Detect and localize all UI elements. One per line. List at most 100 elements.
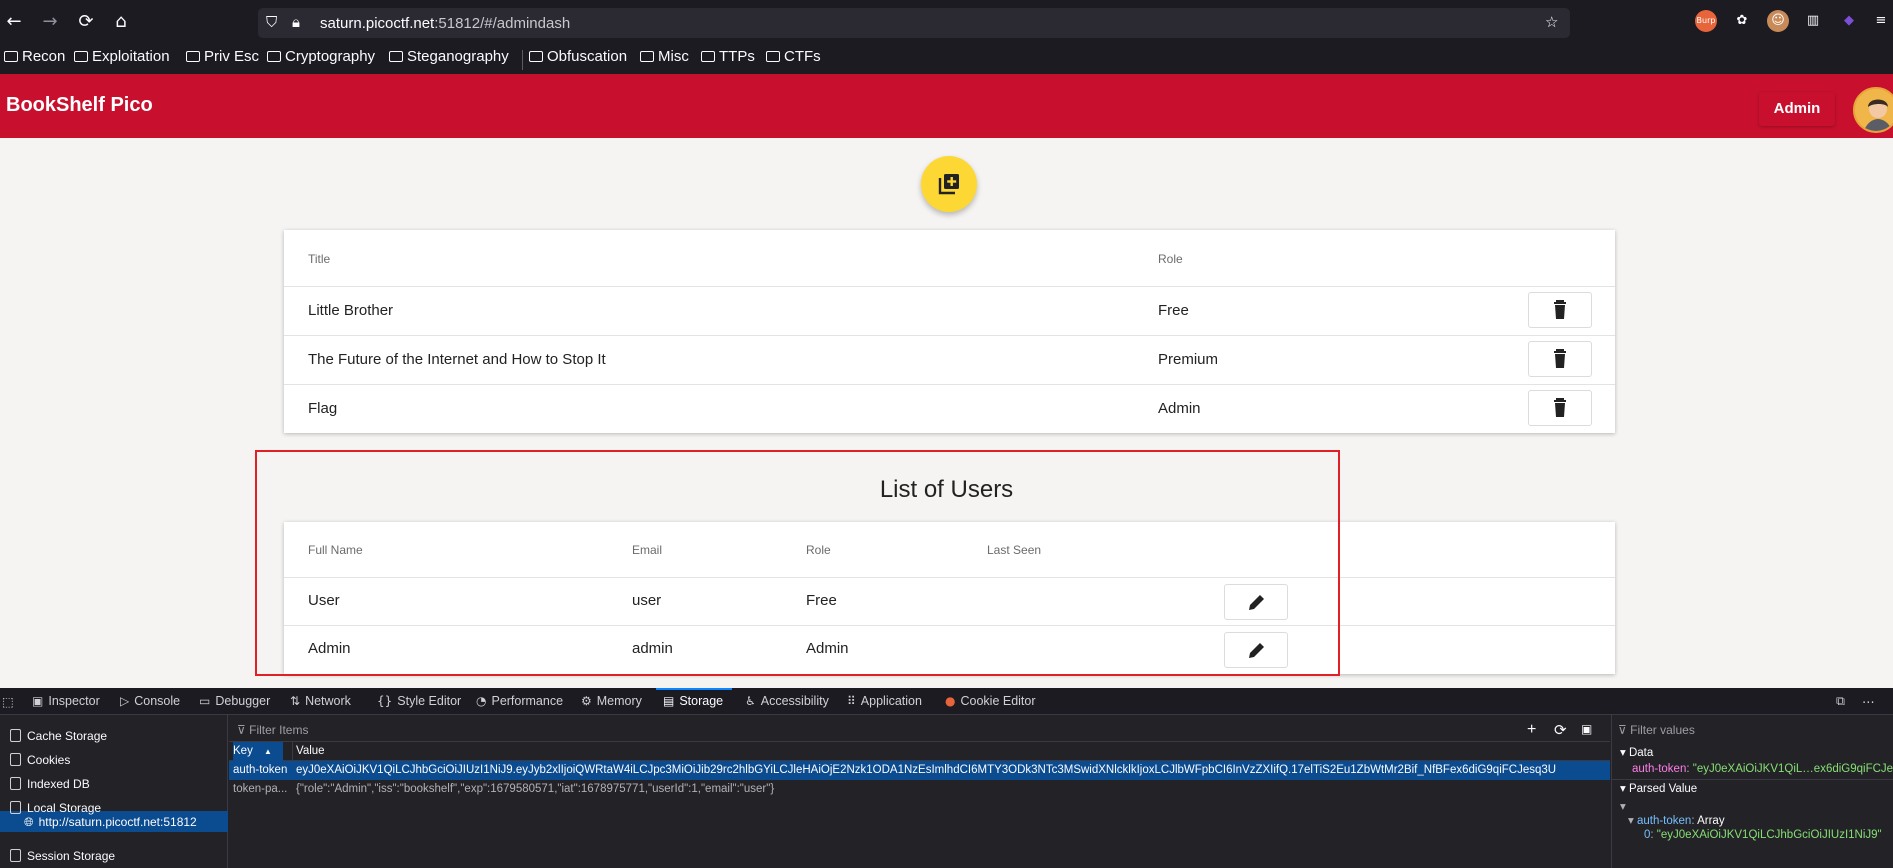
data-section-header[interactable]: ▾ Data [1620,745,1653,759]
element-picker-icon[interactable]: ⬚ [2,694,14,709]
dock-icon[interactable]: ⧉ [1836,694,1845,709]
tab-inspector[interactable]: ▣ Inspector [32,694,100,708]
tree-indexed-db[interactable]: Indexed DB [10,777,90,791]
trash-extension-icon[interactable]: ▥ [1802,10,1824,32]
storage-icon [10,777,21,790]
bookmark-obfuscation[interactable]: Obfuscation [529,48,627,65]
app-title[interactable]: BookShelf Pico [6,94,153,117]
avatar[interactable] [1853,87,1893,133]
burp-extension-icon[interactable]: Burp [1695,10,1717,32]
debugger-icon: ▭ [199,694,211,708]
url-bar[interactable]: ⛉ 🔒︎ saturn.picoctf.net:51812/#/admindas… [258,8,1570,38]
bookmark-misc[interactable]: Misc [640,48,689,65]
parsed-value-header[interactable]: ▾ Parsed Value [1620,781,1697,795]
parsed-array-entry[interactable]: ▾ auth-token: Array [1628,813,1725,827]
storage-key[interactable]: auth-token [233,764,291,776]
back-icon[interactable]: ← [2,10,26,34]
forward-icon[interactable]: → [38,10,62,34]
tree-origin[interactable]: 🌐︎ http://saturn.picoctf.net:51812 [24,815,197,830]
tab-accessibility[interactable]: ♿ Accessibility [745,694,829,708]
data-entry[interactable]: auth-token: "eyJ0eXAiOiJKV1QiL…ex6diG9qi… [1632,763,1893,775]
column-header-role[interactable]: Role [1158,252,1183,266]
filter-items-input[interactable]: ⊽ Filter Items [237,723,308,737]
storage-key[interactable]: token-pa... [233,783,291,795]
storage-value[interactable]: {"role":"Admin","iss":"bookshelf","exp":… [296,783,1606,795]
folder-icon [267,51,281,62]
add-book-button[interactable] [921,156,977,212]
tree-local-storage[interactable]: Local Storage [10,801,101,815]
bookmark-recon[interactable]: Recon [4,48,65,65]
storage-value[interactable]: eyJ0eXAiOiJKV1QiLCJhbGciOiJIUzI1NiJ9.eyJ… [296,764,1606,776]
row-divider [284,335,1615,336]
url-text[interactable]: saturn.picoctf.net:51812/#/admindash [320,15,570,32]
storage-icon [10,729,21,742]
add-item-icon[interactable]: + [1527,721,1536,739]
bookmark-steganography[interactable]: Steganography [389,48,509,65]
bookmark-cryptography[interactable]: Cryptography [267,48,375,65]
lock-icon[interactable]: 🔒︎ [292,13,300,31]
book-role: Premium [1158,351,1219,368]
tree-cookies[interactable]: Cookies [10,753,70,767]
storage-table: ⊽ Filter Items + ⟳ ▣ Key ▲ Value auth-to… [229,715,1610,868]
folder-icon [186,51,200,62]
inspector-icon: ▣ [32,694,44,708]
avatar-person-icon [1855,89,1893,131]
purple-extension-icon[interactable]: ◆ [1838,10,1860,32]
delete-book-button[interactable] [1528,292,1592,328]
tab-cookie-editor[interactable]: ● Cookie Editor [945,694,1036,708]
tab-storage[interactable]: ▤ Storage [663,694,723,708]
home-icon[interactable]: ⌂ [109,10,133,34]
bookmarks-bar: Recon Exploitation Priv Esc Cryptography… [0,44,1893,74]
network-icon: ⇅ [290,694,301,708]
memory-icon: ⚙ [581,694,592,708]
nav-row: ← → ⟳ ⌂ ⛉ 🔒︎ saturn.picoctf.net:51812/#/… [0,0,1893,44]
book-title: Flag [308,400,338,417]
devtools-tabbar: ⬚ ▣ Inspector ▷ Console ▭ Debugger ⇅ Network… [0,688,1893,715]
menu-icon[interactable]: ≡ [1870,10,1892,32]
delete-book-button[interactable] [1528,341,1592,377]
library-add-icon [938,174,959,195]
tab-memory[interactable]: ⚙ Memory [581,694,642,708]
column-header-value[interactable]: Value [296,745,325,757]
more-options-icon[interactable]: ⋯ [1862,694,1875,709]
bookmark-priv-esc[interactable]: Priv Esc [186,48,259,65]
users-highlight-box [255,450,1340,676]
bookmark-star-icon[interactable]: ☆ [1545,13,1558,31]
column-header-title[interactable]: Title [308,252,330,266]
shield-icon[interactable]: ⛉ [266,13,277,31]
bookmark-ctfs[interactable]: CTFs [766,48,821,65]
trash-icon [1554,349,1566,368]
expand-icon[interactable]: ▾ [1620,799,1626,813]
extension-icon[interactable]: ✿ [1731,10,1753,32]
folder-icon [529,51,543,62]
book-title: The Future of the Internet and How to St… [308,351,606,368]
tab-network[interactable]: ⇅ Network [290,694,351,708]
delete-book-button[interactable] [1528,390,1592,426]
tab-performance[interactable]: ◔ Performance [476,694,563,708]
storage-icon: ▤ [663,694,675,708]
trash-icon [1554,300,1566,319]
profile-extension-icon[interactable]: ☺ [1767,10,1789,32]
trash-icon [1554,398,1566,417]
style-editor-icon: {} [377,694,393,708]
reload-icon[interactable]: ⟳ [74,10,98,34]
filter-values-input[interactable]: ⊽ Filter values [1618,723,1695,737]
toggle-sidebar-icon[interactable]: ▣ [1581,722,1592,736]
parsed-array-item[interactable]: 0: "eyJ0eXAiOiJKV1QiLCJhbGciOiJIUzI1NiJ9… [1644,829,1893,841]
bookmark-exploitation[interactable]: Exploitation [74,48,170,65]
tree-session-storage[interactable]: Session Storage [10,849,115,863]
tab-style-editor[interactable]: {} Style Editor [377,694,461,708]
tab-debugger[interactable]: ▭ Debugger [199,694,270,708]
tab-application[interactable]: ⠿ Application [847,694,922,708]
bookmark-ttps[interactable]: TTPs [701,48,755,65]
column-header-key[interactable]: Key ▲ [233,742,283,762]
column-divider [292,742,293,762]
browser-toolbar: ← → ⟳ ⌂ ⛉ 🔒︎ saturn.picoctf.net:51812/#/… [0,0,1893,74]
row-divider [284,286,1615,287]
storage-sidebar: ⊽ Filter values ▾ Data auth-token: "eyJ0… [1611,715,1893,868]
tab-console[interactable]: ▷ Console [120,694,180,708]
tree-cache-storage[interactable]: Cache Storage [10,729,107,743]
refresh-icon[interactable]: ⟳ [1554,721,1567,739]
admin-button[interactable]: Admin [1759,92,1835,126]
folder-icon [4,51,18,62]
